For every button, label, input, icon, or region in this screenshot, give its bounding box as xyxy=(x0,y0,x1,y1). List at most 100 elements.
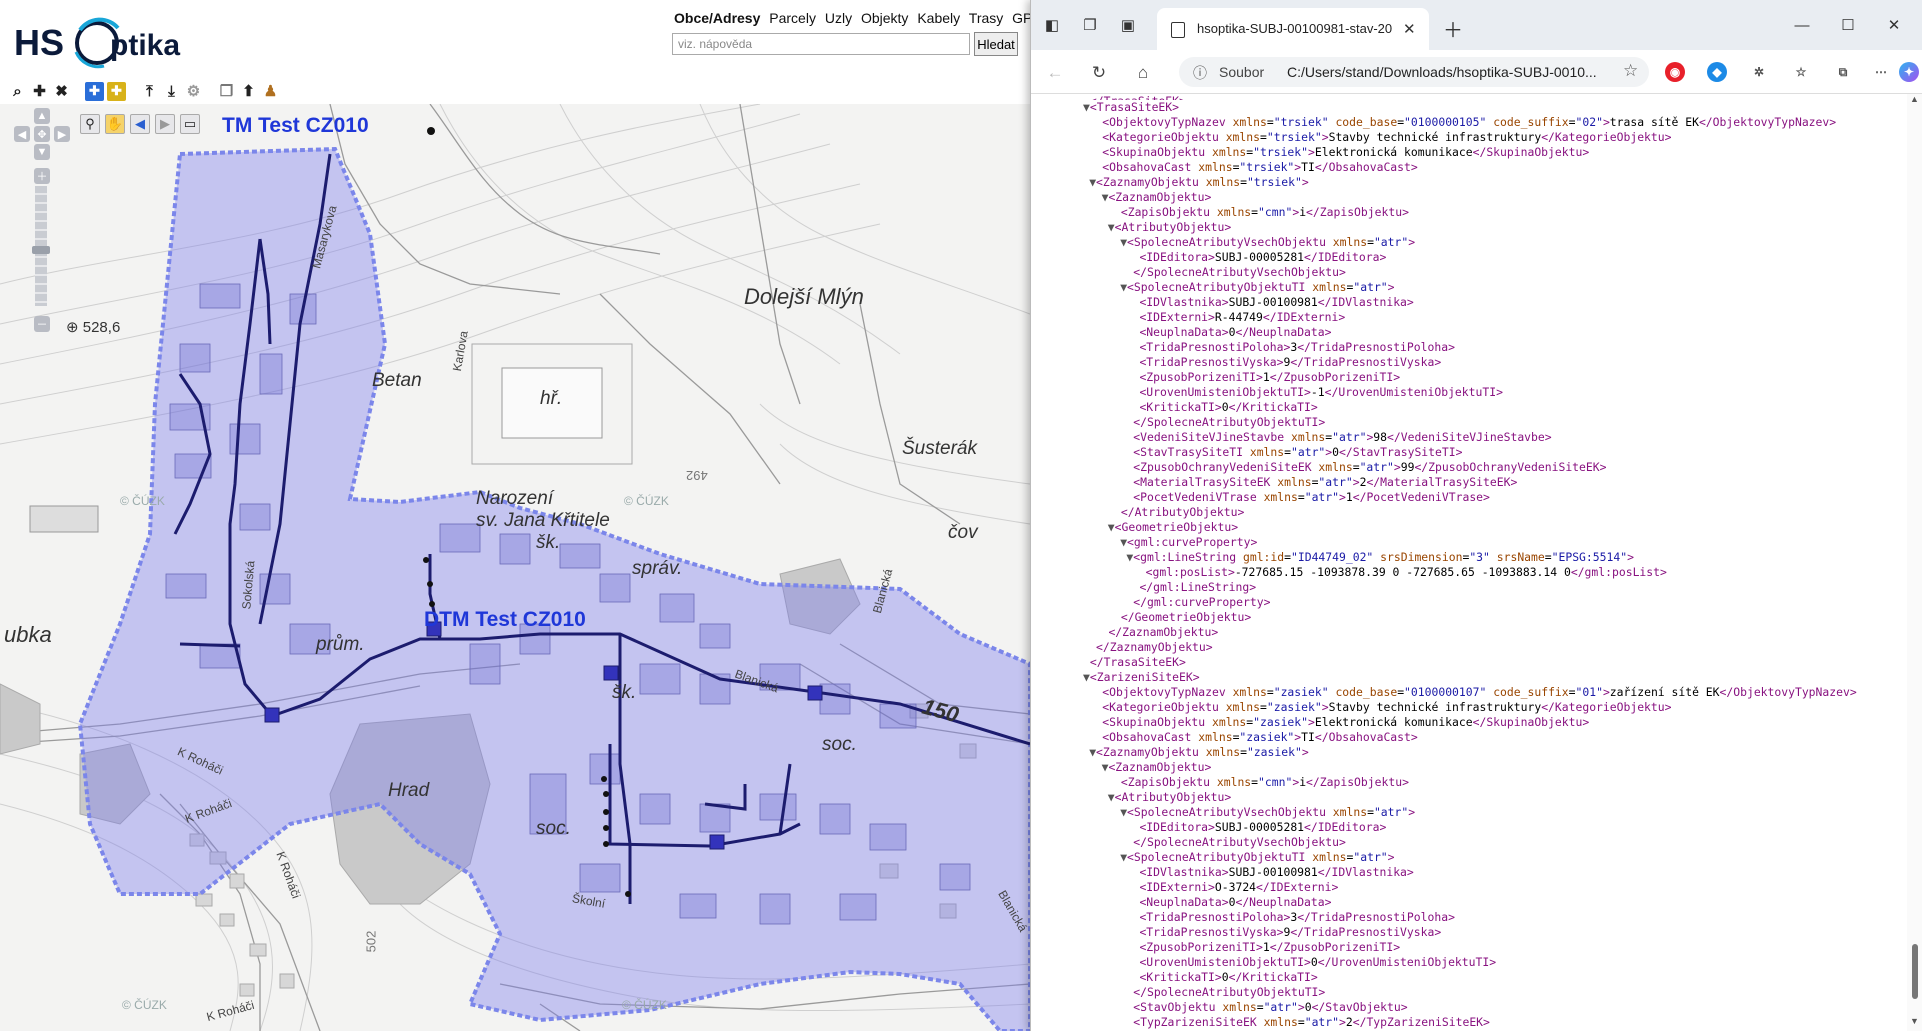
map-tools: ⚲ ✋ ◀ ▶ ▭ xyxy=(80,114,200,134)
measure-icon[interactable]: ⚲ xyxy=(80,114,100,134)
add-layer-icon[interactable]: ✚ xyxy=(107,81,126,101)
label-hrad: Hrad xyxy=(388,780,430,801)
profile-icon[interactable]: ◧ xyxy=(1041,14,1063,36)
favorite-star-icon[interactable]: ☆ xyxy=(1623,61,1638,81)
collections-icon[interactable]: ⧉ xyxy=(1833,62,1853,82)
nav-trasy[interactable]: Trasy xyxy=(969,10,1003,26)
xml-line: <TridaPresnostiPoloha>3</TridaPresnostiP… xyxy=(1139,910,1455,924)
adblock-extension-icon[interactable]: ◉ xyxy=(1665,62,1685,82)
url-scheme-label: Soubor xyxy=(1219,64,1265,80)
refresh-icon[interactable]: ↻ xyxy=(1087,61,1111,85)
label-subka: ubka xyxy=(4,622,52,647)
xml-line: <ZapisObjektu xmlns="cmn">i</ZapisObjekt… xyxy=(1120,775,1409,789)
label-elevation-492: 492 xyxy=(686,468,708,483)
copilot-icon[interactable]: ✦ xyxy=(1899,62,1919,82)
user-icon[interactable]: ♟ xyxy=(261,82,280,101)
gis-app: HS ptika Obce/Adresy Parcely Uzly Objekt… xyxy=(0,0,1030,1031)
map-base-layer xyxy=(0,104,1030,1031)
xml-line[interactable]: ▼<SpolecneAtributyObjektuTI xmlns="atr"> xyxy=(1083,280,1907,295)
forward-arrow-icon[interactable]: ▶ xyxy=(155,114,175,134)
label-test-top: TM Test CZ010 xyxy=(222,114,369,137)
xml-line: <IDVlastnika>SUBJ-00100981</IDVlastnika> xyxy=(1139,865,1414,879)
coordinate-value: 528,6 xyxy=(82,319,121,336)
xml-line[interactable]: ▼<ZarizeniSiteEK> xyxy=(1083,670,1907,685)
xml-line[interactable]: ▼<gml:curveProperty> xyxy=(1083,535,1907,550)
url-text[interactable]: C:/Users/stand/Downloads/hsoptika-SUBJ-0… xyxy=(1287,64,1617,80)
pan-hand-icon[interactable]: ✋ xyxy=(105,114,125,134)
xml-line[interactable]: ▼<ZaznamyObjektu xmlns="zasiek"> xyxy=(1083,745,1907,760)
nav-kabely[interactable]: Kabely xyxy=(917,10,960,26)
xml-line[interactable]: ▼<ZaznamyObjektu xmlns="trsiek"> xyxy=(1083,175,1907,190)
xml-line: <IDEditora>SUBJ-00005281</IDEditora> xyxy=(1139,250,1387,264)
tab-actions-icon[interactable]: ▣ xyxy=(1117,14,1139,36)
collapse-triangle-icon[interactable]: ▼ xyxy=(1108,790,1115,804)
zoom-slider-knob[interactable] xyxy=(32,246,50,254)
label-cov: čov xyxy=(948,522,978,543)
workspaces-icon[interactable]: ❐ xyxy=(1079,14,1101,36)
pan-up-icon[interactable]: ▲ xyxy=(34,108,50,124)
collapse-triangle-icon[interactable]: ▼ xyxy=(1083,100,1090,114)
xml-line[interactable]: ▼<GeometrieObjektu> xyxy=(1083,520,1907,535)
xml-line[interactable]: ▼<gml:LineString gml:id="ID44749_02" srs… xyxy=(1083,550,1907,565)
copy-icon[interactable]: ❐ xyxy=(217,82,236,101)
close-tab-icon[interactable]: ✕ xyxy=(1403,20,1416,38)
back-icon[interactable]: ← xyxy=(1043,61,1067,85)
scroll-up-icon[interactable]: ▲ xyxy=(1910,94,1919,104)
info-icon[interactable]: ⓘ xyxy=(1193,63,1207,83)
hsoptika-logo[interactable]: HS ptika xyxy=(14,8,214,78)
nav-uzly[interactable]: Uzly xyxy=(825,10,852,26)
collapse-triangle-icon[interactable]: ▼ xyxy=(1083,670,1090,684)
xml-line[interactable]: ▼<SpolecneAtributyObjektuTI xmlns="atr"> xyxy=(1083,850,1907,865)
new-tab-icon[interactable]: ＋ xyxy=(1443,14,1463,43)
zoom-icon[interactable]: ⌕ xyxy=(8,82,27,101)
zoom-out-icon[interactable]: － xyxy=(34,316,50,332)
xml-line[interactable]: ▼<AtributyObjektu> xyxy=(1083,790,1907,805)
nav-parcely[interactable]: Parcely xyxy=(769,10,816,26)
browser-tab[interactable]: hsoptika-SUBJ-00100981-stav-20 ✕ xyxy=(1157,8,1429,50)
extensions-puzzle-icon[interactable]: ✲ xyxy=(1749,62,1769,82)
minimize-icon[interactable]: — xyxy=(1791,14,1813,36)
close-window-icon[interactable]: ✕ xyxy=(1883,14,1905,36)
back-arrow-icon[interactable]: ◀ xyxy=(130,114,150,134)
search-input[interactable] xyxy=(672,33,970,55)
pan-down-icon[interactable]: ▼ xyxy=(34,144,50,160)
pan-right-icon[interactable]: ▶ xyxy=(54,126,70,142)
add-node-icon[interactable]: ✚ xyxy=(85,81,104,101)
xml-line[interactable]: ▼<ZaznamObjektu> xyxy=(1083,760,1907,775)
more-menu-icon[interactable]: ⋯ xyxy=(1871,62,1891,82)
xml-line[interactable]: ▼<TrasaSiteEK> xyxy=(1083,100,1907,115)
xml-line[interactable]: ▼<SpolecneAtributyVsechObjektu xmlns="at… xyxy=(1083,805,1907,820)
xml-line[interactable]: ▼<ZaznamObjektu> xyxy=(1083,190,1907,205)
xml-viewer[interactable]: </TrasaSiteEK> ▼<TrasaSiteEK> <ObjektovyT… xyxy=(1031,94,1907,1031)
upload-icon[interactable]: ⤒ xyxy=(140,82,159,101)
zoom-in-icon[interactable]: ＋ xyxy=(34,168,50,184)
search-button[interactable]: Hledat xyxy=(974,32,1018,56)
nav-gps[interactable]: GPS xyxy=(1012,10,1030,26)
scrollbar[interactable]: ▲ ▼ xyxy=(1907,94,1922,1031)
add-icon[interactable]: ✚ xyxy=(30,82,49,101)
home-icon[interactable]: ⌂ xyxy=(1131,61,1155,85)
arrow-up-icon[interactable]: ⬆ xyxy=(239,82,258,101)
settings-icon[interactable]: ⚙ xyxy=(184,82,203,101)
xml-line: </TrasaSiteEK> xyxy=(1089,655,1186,669)
nav-objekty[interactable]: Objekty xyxy=(861,10,908,26)
delete-icon[interactable]: ✖ xyxy=(52,82,71,101)
url-field[interactable]: ⓘ Soubor C:/Users/stand/Downloads/hsopti… xyxy=(1179,57,1649,87)
collapse-triangle-icon[interactable]: ▼ xyxy=(1108,520,1115,534)
pan-left-icon[interactable]: ◀ xyxy=(14,126,30,142)
xml-line: </GeometrieObjektu> xyxy=(1120,610,1252,624)
nav-obce-adresy[interactable]: Obce/Adresy xyxy=(674,10,760,26)
scrollbar-thumb[interactable] xyxy=(1912,944,1918,999)
scroll-down-icon[interactable]: ▼ xyxy=(1910,1016,1919,1026)
xml-line[interactable]: ▼<AtributyObjektu> xyxy=(1083,220,1907,235)
favorites-icon[interactable]: ☆ xyxy=(1791,62,1811,82)
map-canvas[interactable]: Dolejší Mlýn Betan hř. Narození sv. Jana… xyxy=(0,104,1030,1031)
extension-icon[interactable]: ◆ xyxy=(1707,62,1727,82)
xml-line: <PocetVedeniVTrase xmlns="atr">1</PocetV… xyxy=(1133,490,1490,504)
scale-icon[interactable]: ▭ xyxy=(180,114,200,134)
maximize-icon[interactable]: ☐ xyxy=(1837,14,1859,36)
pan-center-icon[interactable]: ✥ xyxy=(34,126,50,142)
download-icon[interactable]: ⤓ xyxy=(162,82,181,101)
collapse-triangle-icon[interactable]: ▼ xyxy=(1108,220,1115,234)
xml-line[interactable]: ▼<SpolecneAtributyVsechObjektu xmlns="at… xyxy=(1083,235,1907,250)
